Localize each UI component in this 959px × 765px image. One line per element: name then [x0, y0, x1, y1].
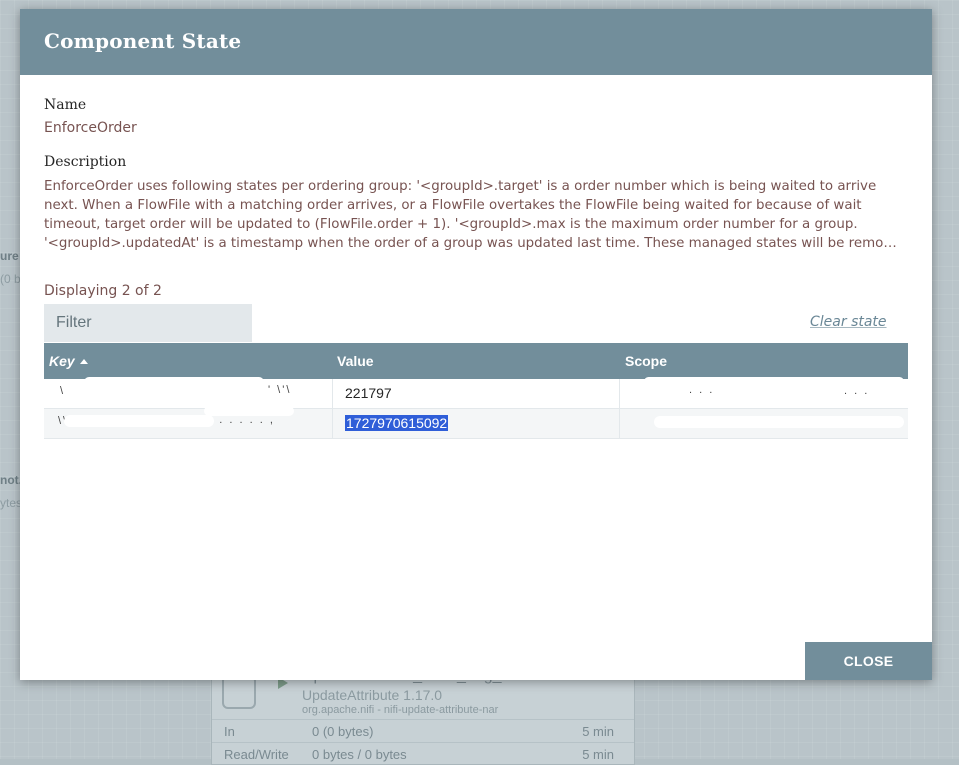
state-table: Key Value Scope \ ' \'\ 221797 . . . . .…: [44, 343, 908, 439]
column-header-value[interactable]: Value: [337, 343, 374, 379]
name-label: Name: [44, 97, 87, 113]
bg-fragment: (0 b: [0, 272, 21, 286]
bg-fragment: ytes: [0, 496, 23, 510]
table-row[interactable]: \\\ . \. . . . . . , 1727970615092 . . .: [44, 406, 908, 439]
processor-bundle: org.apache.nifi - nifi-update-attribute-…: [302, 704, 499, 716]
displaying-count: Displaying 2 of 2: [44, 283, 162, 299]
stat-value: 0 bytes / 0 bytes: [312, 747, 407, 762]
component-state-dialog: Component State Name EnforceOrder Descri…: [20, 9, 932, 680]
bg-fragment: not.: [0, 473, 22, 487]
background-processor[interactable]: UpdateAttribute_Time_Log_Path UpdateAttr…: [211, 667, 635, 765]
redaction-mark: [654, 416, 904, 428]
processor-icon: [222, 675, 256, 709]
column-header-key[interactable]: Key: [49, 343, 88, 379]
component-description: EnforceOrder uses following states per o…: [44, 177, 906, 253]
description-label: Description: [44, 154, 127, 170]
stat-label: In: [224, 724, 235, 739]
description-line: EnforceOrder uses following states per o…: [44, 179, 877, 194]
redaction-mark: [64, 415, 214, 427]
bg-fragment: ure: [0, 249, 19, 263]
stat-label: Read/Write: [224, 747, 289, 762]
redaction-mark: [644, 377, 904, 386]
table-header: Key Value Scope: [44, 343, 908, 379]
dialog-title: Component State: [44, 29, 242, 53]
cell-value[interactable]: 1727970615092: [333, 409, 620, 438]
stat-time: 5 min: [582, 747, 614, 762]
redacted-text-fragment: \: [60, 385, 66, 397]
stat-time: 5 min: [582, 724, 614, 739]
stat-value: 0 (0 bytes): [312, 724, 374, 739]
description-line: timeout, target order will be updated to…: [44, 217, 858, 232]
description-line: next. When a FlowFile with a matching or…: [44, 198, 862, 213]
description-line: '<groupId>.updatedAt' is a timestamp whe…: [44, 236, 904, 251]
processor-stat-in: In 0 (0 bytes) 5 min: [212, 719, 634, 742]
processor-type: UpdateAttribute 1.17.0: [302, 687, 443, 703]
redaction-mark: [174, 393, 274, 401]
processor-stat-rw: Read/Write 0 bytes / 0 bytes 5 min: [212, 742, 634, 765]
redaction-mark: [84, 377, 264, 387]
column-header-label: Key: [49, 353, 75, 369]
redacted-text-fragment: . . .: [844, 385, 870, 397]
table-row[interactable]: \ ' \'\ 221797 . . . . . .: [44, 377, 908, 409]
cell-value: 221797: [333, 379, 620, 408]
filter-input[interactable]: [44, 304, 252, 342]
component-name: EnforceOrder: [44, 120, 137, 136]
dialog-header: Component State: [20, 9, 932, 75]
selected-value-text[interactable]: 1727970615092: [345, 415, 449, 431]
column-header-scope[interactable]: Scope: [625, 343, 667, 379]
close-button[interactable]: CLOSE: [805, 642, 932, 680]
sort-ascending-icon: [79, 358, 88, 364]
clear-state-link[interactable]: Clear state: [810, 314, 887, 330]
redaction-mark: [204, 406, 294, 416]
